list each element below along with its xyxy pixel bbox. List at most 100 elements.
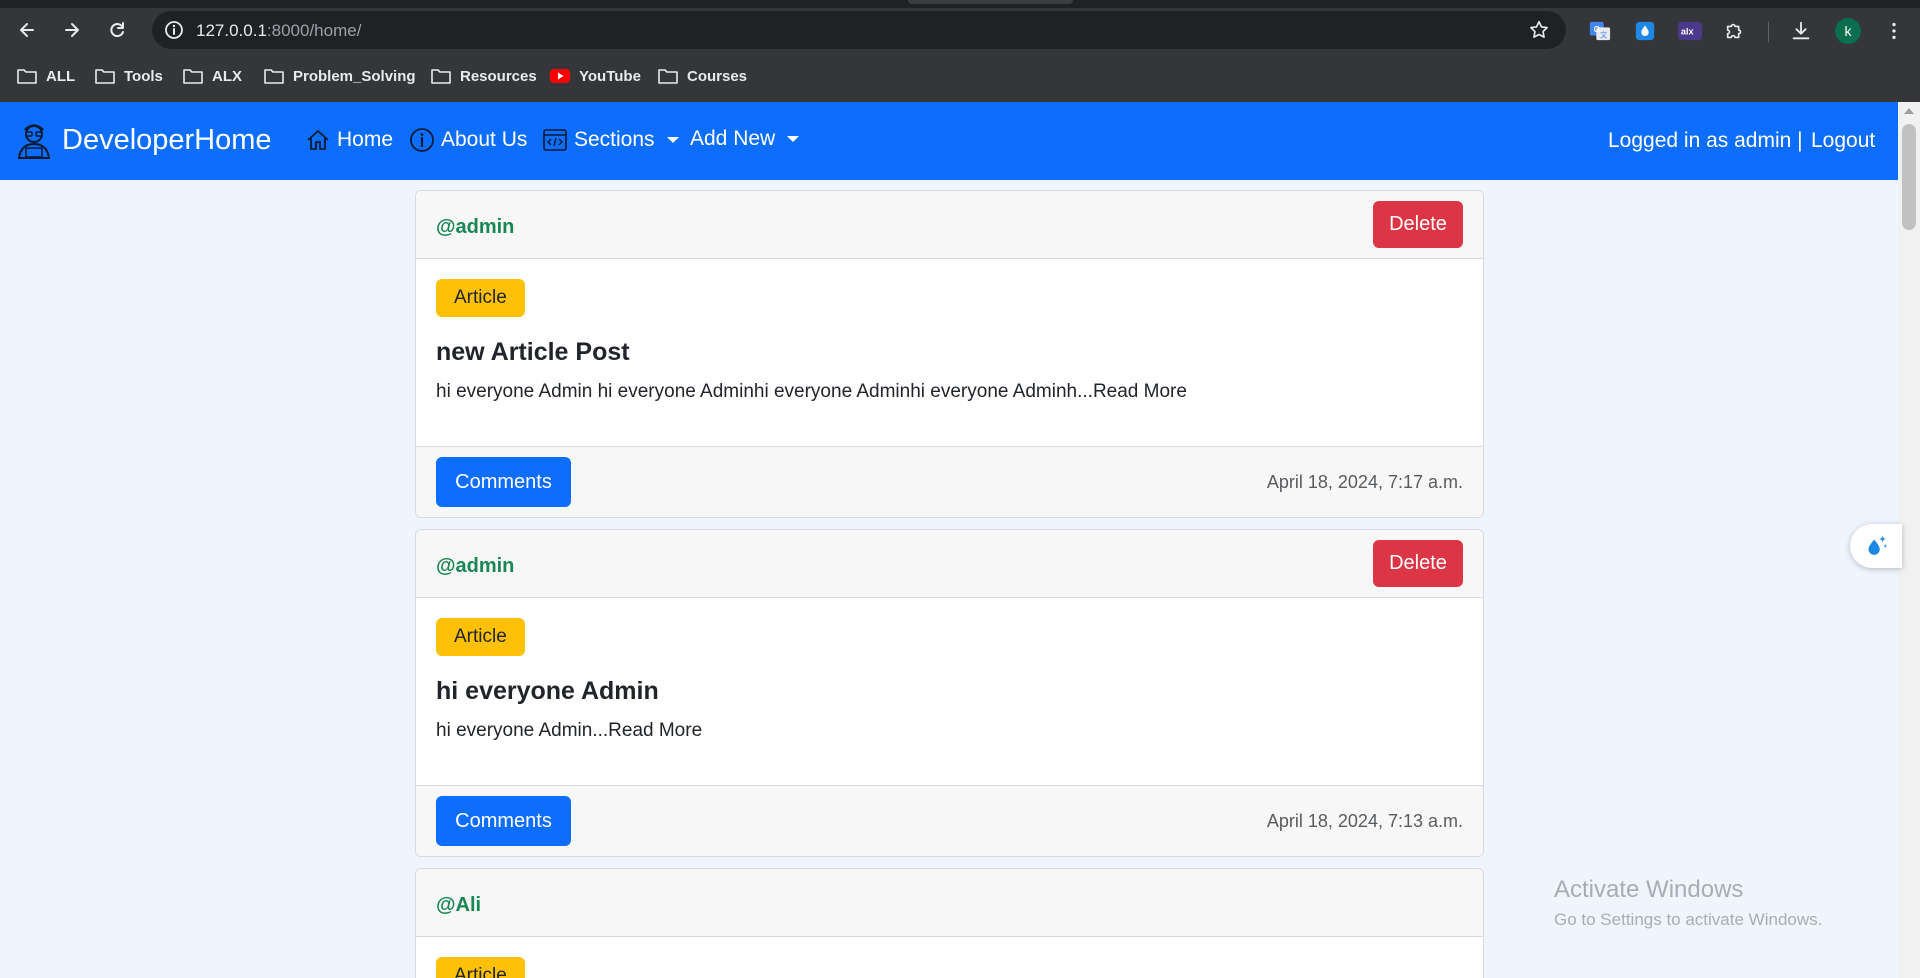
sparkle-drop-icon (1868, 535, 1888, 555)
folder-icon (431, 69, 451, 84)
bookmark-problem-solving[interactable]: Problem_Solving (264, 64, 416, 88)
url-path: :8000/home/ (266, 21, 362, 40)
profile-avatar[interactable]: k (1835, 18, 1861, 44)
bookmark-tools[interactable]: Tools (95, 64, 163, 88)
url-text: 127.0.0.1:8000/home/ (196, 21, 361, 41)
bookmark-label: Tools (124, 67, 163, 85)
bookmark-label: ALL (46, 67, 76, 85)
bookmark-star-icon[interactable] (1528, 19, 1550, 41)
info-icon (410, 128, 434, 152)
chevron-down-icon (787, 136, 800, 142)
tab-strip (0, 0, 1920, 8)
site-info-icon[interactable] (162, 18, 186, 42)
nav-about[interactable]: About Us (409, 127, 527, 153)
alx-label: alx (1681, 27, 1695, 37)
folder-icon (17, 69, 37, 84)
alx-extension-icon[interactable]: alx (1678, 19, 1702, 43)
windows-activation-watermark: Activate Windows Go to Settings to activ… (1554, 876, 1822, 930)
comments-button[interactable]: Comments (436, 796, 571, 846)
kebab-menu-icon[interactable] (1882, 19, 1906, 43)
post-timestamp: April 18, 2024, 7:13 a.m. (1266, 811, 1463, 831)
logged-in-status: Logged in as admin | (1608, 129, 1803, 152)
download-icon[interactable] (1789, 19, 1813, 43)
post-excerpt[interactable]: hi everyone Admin hi everyone Adminhi ev… (436, 381, 1187, 403)
post-footer: Comments April 18, 2024, 7:17 a.m. (416, 446, 1483, 517)
home-icon (307, 130, 329, 150)
app-navbar: DeveloperHome Home About Us Sections Add… (0, 102, 1898, 180)
reload-button[interactable] (101, 14, 133, 46)
scroll-thumb[interactable] (1902, 124, 1916, 230)
developer-avatar-icon (17, 124, 51, 159)
bookmark-all[interactable]: ALL (17, 64, 75, 88)
delete-button[interactable]: Delete (1373, 201, 1463, 248)
svg-text:G: G (1594, 25, 1600, 34)
folder-icon (658, 69, 678, 84)
post-timestamp: April 18, 2024, 7:17 a.m. (1266, 472, 1463, 492)
profile-initial: k (1844, 23, 1852, 39)
address-bar[interactable]: 127.0.0.1:8000/home/ (152, 11, 1566, 49)
scroll-up-arrow-icon[interactable] (1904, 108, 1914, 114)
post-author[interactable]: @admin (436, 216, 514, 239)
post-author[interactable]: @Ali (436, 894, 481, 917)
raindrop-floating-widget[interactable] (1850, 524, 1902, 568)
chevron-down-icon (666, 137, 679, 143)
post-type-badge: Article (436, 957, 525, 978)
bookmarks-bar: ALL Tools ALX Problem_Solving Resources … (0, 58, 1920, 94)
browser-chrome: 127.0.0.1:8000/home/ G文 alx k ALL Tools … (0, 0, 1920, 102)
post-card: @Ali Article (415, 868, 1484, 978)
folder-icon (183, 69, 203, 84)
bookmark-resources[interactable]: Resources (431, 64, 537, 88)
nav-home-label: Home (337, 128, 394, 151)
raindrop-extension-icon[interactable] (1633, 19, 1657, 43)
post-excerpt[interactable]: hi everyone Admin...Read More (436, 720, 702, 742)
post-footer: Comments April 18, 2024, 7:13 a.m. (416, 785, 1483, 856)
forward-button[interactable] (56, 14, 88, 46)
post-header: @admin Delete (416, 530, 1483, 598)
nav-home[interactable]: Home (305, 127, 393, 153)
nav-sections-dropdown[interactable]: Sections (542, 127, 679, 153)
bookmark-label: Resources (460, 67, 537, 85)
folder-icon (264, 69, 284, 84)
bookmark-courses[interactable]: Courses (658, 64, 747, 88)
bookmark-label: YouTube (579, 67, 641, 85)
nav-about-label: About Us (441, 128, 528, 151)
browser-toolbar: 127.0.0.1:8000/home/ G文 alx k (0, 8, 1920, 52)
post-header: @Ali (416, 869, 1483, 937)
watermark-subtitle: Go to Settings to activate Windows. (1554, 910, 1823, 929)
active-tab-indicator (908, 0, 1073, 4)
delete-button[interactable]: Delete (1373, 540, 1463, 587)
post-header: @admin Delete (416, 191, 1483, 259)
bookmark-alx[interactable]: ALX (183, 64, 242, 88)
post-title: new Article Post (436, 338, 630, 366)
bookmark-youtube[interactable]: YouTube (550, 64, 641, 88)
watermark-title: Activate Windows (1554, 876, 1744, 903)
url-host: 127.0.0.1 (196, 21, 267, 40)
toolbar-divider (1768, 22, 1769, 42)
post-card: @admin Delete Article new Article Post h… (415, 190, 1484, 518)
svg-text:文: 文 (1600, 30, 1608, 39)
nav-add-new-dropdown[interactable]: Add New (690, 127, 800, 151)
extensions-puzzle-icon[interactable] (1723, 19, 1747, 43)
brand-link[interactable]: DeveloperHome (14, 120, 272, 160)
arrow-left-icon (20, 23, 34, 37)
post-type-badge: Article (436, 279, 525, 317)
reload-icon (110, 22, 124, 38)
brand-name: DeveloperHome (62, 123, 272, 156)
comments-button[interactable]: Comments (436, 457, 571, 507)
nav-add-new-label: Add New (690, 127, 776, 150)
bookmark-label: ALX (212, 67, 242, 85)
folder-icon (95, 69, 115, 84)
nav-sections-label: Sections (574, 128, 655, 151)
post-type-badge: Article (436, 618, 525, 656)
youtube-icon (550, 69, 570, 83)
logout-link[interactable]: Logout (1811, 129, 1875, 153)
post-author[interactable]: @admin (436, 555, 514, 578)
bookmark-label: Courses (687, 67, 748, 85)
post-title: hi everyone Admin (436, 677, 659, 705)
arrow-right-icon (65, 23, 79, 37)
code-window-icon (543, 129, 567, 151)
back-button[interactable] (11, 14, 43, 46)
post-card: @admin Delete Article hi everyone Admin … (415, 529, 1484, 857)
google-translate-icon[interactable]: G文 (1588, 19, 1612, 43)
bookmark-label: Problem_Solving (293, 67, 416, 85)
